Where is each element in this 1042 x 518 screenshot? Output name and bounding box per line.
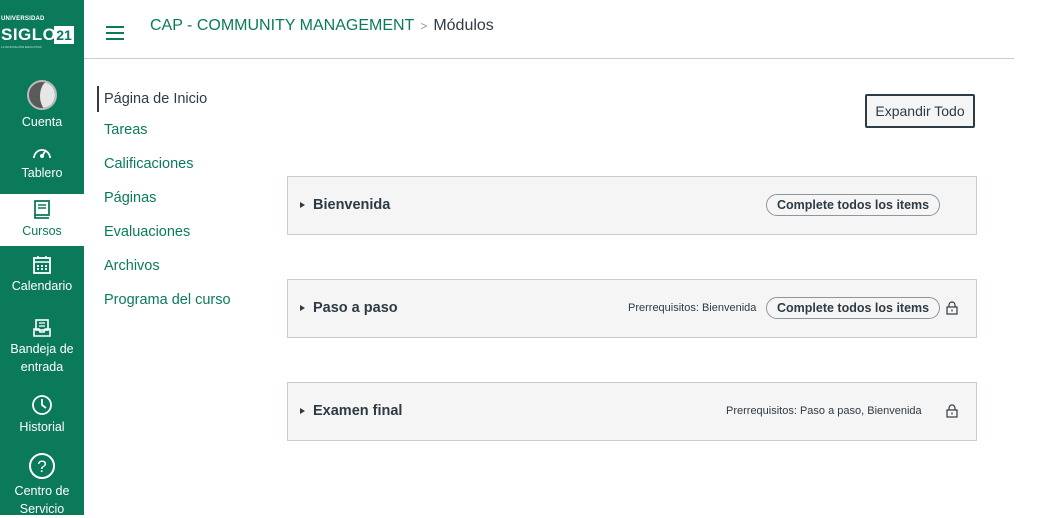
course-nav-evaluaciones[interactable]: Evaluaciones: [97, 221, 267, 255]
module-header-examen-final[interactable]: Examen final Prerrequisitos: Paso a paso…: [287, 382, 977, 441]
breadcrumb: CAP - COMMUNITY MANAGEMENT > Módulos: [150, 17, 494, 35]
calendar-icon: [33, 256, 51, 274]
course-nav-paginas[interactable]: Páginas: [97, 187, 267, 221]
hamburger-menu-icon[interactable]: [106, 26, 124, 44]
breadcrumb-current-page: Módulos: [433, 17, 494, 34]
nav-label-centro-2: Servicio: [19, 502, 65, 516]
expand-triangle-icon[interactable]: [300, 202, 305, 208]
history-icon: [32, 395, 52, 415]
nav-item-tablero[interactable]: Tablero: [0, 142, 84, 182]
nav-label-cursos: Cursos: [22, 224, 62, 238]
nav-label-calendario: Calendario: [11, 279, 73, 293]
module-title[interactable]: Paso a paso: [313, 300, 398, 316]
nav-item-cuenta[interactable]: Cuenta: [0, 80, 84, 131]
logo-number: 21: [54, 26, 74, 44]
nav-label-cuenta: Cuenta: [21, 115, 63, 129]
nav-label-tablero: Tablero: [21, 166, 63, 180]
logo-line2: SIGLO: [1, 25, 57, 44]
nav-item-centro-servicio[interactable]: ? Centro de Servicio: [0, 452, 84, 518]
nav-label-historial: Historial: [19, 420, 65, 434]
module-prerequisites: Prerrequisitos: Bienvenida: [628, 302, 757, 314]
logo-line1: UNIVERSIDAD: [1, 16, 45, 22]
dashboard-icon: [33, 149, 51, 159]
module-header-paso-a-paso[interactable]: Paso a paso Prerrequisitos: Bienvenida C…: [287, 279, 977, 338]
expand-triangle-icon[interactable]: [300, 305, 305, 311]
global-navigation: UNIVERSIDAD SIGLO 21 LA INNOVACIÓN EDUCA…: [0, 0, 84, 518]
module-header-bienvenida[interactable]: Bienvenida Complete todos los items: [287, 176, 977, 235]
requirement-pill: Complete todos los items: [766, 297, 941, 319]
course-nav-calificaciones[interactable]: Calificaciones: [97, 153, 267, 187]
nav-label-bandeja-1: Bandeja de: [10, 342, 74, 356]
nav-label-centro-1: Centro de: [14, 484, 70, 498]
expand-triangle-icon[interactable]: [300, 408, 305, 414]
lock-icon: [946, 301, 958, 315]
course-nav-archivos[interactable]: Archivos: [97, 255, 267, 289]
nav-item-cursos[interactable]: Cursos: [0, 194, 84, 246]
breadcrumb-course-link[interactable]: CAP - COMMUNITY MANAGEMENT: [150, 17, 414, 34]
lock-icon: [946, 404, 958, 418]
avatar-icon: [27, 80, 57, 110]
help-icon: ?: [29, 453, 55, 479]
expand-all-button[interactable]: Expandir Todo: [865, 94, 975, 128]
logo-tagline: LA INNOVACIÓN EDUCATIVA: [1, 45, 42, 49]
course-nav-pagina-inicio[interactable]: Página de Inicio: [97, 86, 267, 112]
courses-icon: [34, 200, 50, 219]
module-title[interactable]: Examen final: [313, 403, 402, 419]
module-prerequisites: Prerrequisitos: Paso a paso, Bienvenida: [726, 405, 922, 417]
university-logo[interactable]: UNIVERSIDAD SIGLO 21 LA INNOVACIÓN EDUCA…: [0, 4, 84, 60]
course-nav-tareas[interactable]: Tareas: [97, 119, 267, 153]
breadcrumb-separator: >: [420, 19, 428, 33]
requirement-pill: Complete todos los items: [766, 194, 941, 216]
nav-item-bandeja[interactable]: Bandeja de entrada: [0, 318, 84, 376]
course-nav-programa[interactable]: Programa del curso: [97, 289, 267, 323]
nav-item-calendario[interactable]: Calendario: [0, 255, 84, 295]
nav-label-bandeja-2: entrada: [20, 360, 64, 374]
top-bar: CAP - COMMUNITY MANAGEMENT > Módulos: [84, 0, 1014, 59]
module-title[interactable]: Bienvenida: [313, 197, 390, 213]
inbox-icon: [33, 319, 51, 337]
svg-text:?: ?: [37, 457, 46, 476]
nav-item-historial[interactable]: Historial: [0, 394, 84, 436]
course-navigation: Página de Inicio Tareas Calificaciones P…: [97, 86, 267, 323]
